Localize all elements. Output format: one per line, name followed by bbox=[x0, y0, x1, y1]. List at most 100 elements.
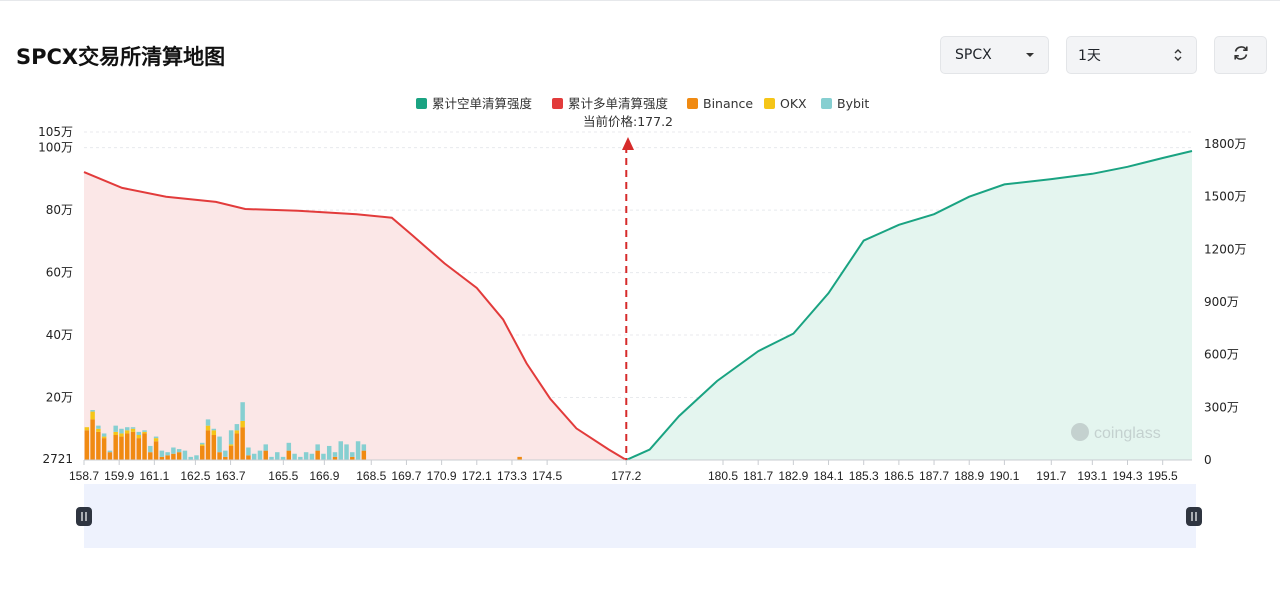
x-tick-label: 159.9 bbox=[104, 469, 134, 483]
bar-bybit bbox=[165, 452, 170, 456]
bar-bybit bbox=[194, 455, 199, 460]
legend-swatch-okx bbox=[764, 98, 775, 109]
x-tick-label: 166.9 bbox=[309, 469, 339, 483]
legend-label-long-cum: 累计多单清算强度 bbox=[568, 96, 669, 111]
bar-binance bbox=[205, 430, 211, 460]
bar-binance bbox=[136, 438, 142, 460]
bar-bybit bbox=[355, 441, 361, 460]
legend-item-long-cum[interactable]: 累计多单清算强度 bbox=[552, 96, 669, 111]
short-cum-area bbox=[626, 151, 1192, 460]
legend-item-binance[interactable]: Binance bbox=[687, 96, 753, 111]
bar-okx bbox=[234, 430, 240, 434]
x-tick-label: 172.1 bbox=[462, 469, 492, 483]
x-tick-label: 180.5 bbox=[708, 469, 738, 483]
bar-binance bbox=[113, 435, 118, 460]
bar-binance bbox=[119, 436, 124, 460]
legend-item-bybit[interactable]: Bybit bbox=[821, 96, 869, 111]
legend-label-binance: Binance bbox=[703, 96, 753, 111]
bar-binance bbox=[315, 450, 320, 460]
bar-okx bbox=[200, 444, 205, 446]
x-tick-label: 162.5 bbox=[180, 469, 210, 483]
y-right-tick-label: 0 bbox=[1204, 453, 1212, 467]
x-tick-label: 161.1 bbox=[139, 469, 169, 483]
bar-bybit bbox=[171, 447, 176, 454]
bar-bybit bbox=[142, 430, 147, 432]
bar-bybit bbox=[107, 450, 113, 453]
x-tick-label: 187.7 bbox=[919, 469, 949, 483]
range-slider[interactable] bbox=[76, 484, 1202, 548]
x-tick-label: 185.3 bbox=[849, 469, 879, 483]
x-tick-label: 170.9 bbox=[427, 469, 457, 483]
legend-swatch-short-cum bbox=[416, 98, 427, 109]
bar-okx bbox=[90, 411, 95, 420]
bar-bybit bbox=[153, 436, 159, 439]
bar-binance bbox=[165, 455, 170, 460]
legend-swatch-bybit bbox=[821, 98, 832, 109]
y-right-tick-label: 600万 bbox=[1204, 348, 1239, 362]
current-price-marker: 当前价格:177.2 bbox=[583, 114, 673, 460]
legend-label-short-cum: 累计空单清算强度 bbox=[432, 96, 533, 111]
bar-okx bbox=[113, 431, 118, 436]
bar-bybit bbox=[338, 441, 343, 460]
y-left-tick-label: 2721 bbox=[42, 452, 73, 466]
bar-bybit bbox=[217, 436, 222, 453]
liquidation-map-chart: 2721 20万 40万 60万 80万 100万 105万 0 300万 600万 900万 120… bbox=[38, 96, 1247, 548]
bar-binance bbox=[96, 431, 101, 460]
bar-bybit bbox=[119, 428, 124, 434]
legend-item-short-cum[interactable]: 累计空单清算强度 bbox=[416, 96, 533, 111]
bar-okx bbox=[119, 433, 124, 437]
watermark: coinglass bbox=[1071, 423, 1161, 442]
x-tick-label: 174.5 bbox=[532, 469, 562, 483]
y-right-tick-label: 1200万 bbox=[1204, 242, 1247, 256]
bar-binance bbox=[148, 452, 153, 460]
x-tick-label: 158.7 bbox=[69, 469, 99, 483]
bar-bybit bbox=[263, 444, 268, 451]
bar-bybit bbox=[240, 402, 245, 421]
legend-swatch-long-cum bbox=[552, 98, 563, 109]
legend-item-okx[interactable]: OKX bbox=[764, 96, 807, 111]
bar-bybit bbox=[234, 424, 240, 431]
bar-okx bbox=[205, 425, 211, 431]
y-left-tick-label: 80万 bbox=[46, 203, 73, 217]
legend-swatch-binance bbox=[687, 98, 698, 109]
bar-okx bbox=[153, 438, 159, 442]
x-tick-label: 168.5 bbox=[356, 469, 386, 483]
bar-bybit bbox=[321, 453, 326, 460]
bar-bybit bbox=[292, 453, 297, 460]
bar-bybit bbox=[223, 450, 228, 457]
bar-bybit bbox=[113, 425, 118, 432]
bar-binance bbox=[234, 433, 240, 460]
range-handle-left[interactable] bbox=[76, 507, 92, 526]
bar-okx bbox=[240, 420, 245, 428]
bar-bybit bbox=[286, 442, 292, 451]
bar-binance bbox=[211, 435, 217, 460]
pause-grip-icon bbox=[1186, 507, 1202, 526]
bar-bybit bbox=[326, 445, 332, 460]
bar-bybit bbox=[251, 453, 257, 460]
bar-binance bbox=[125, 433, 130, 460]
bar-bybit bbox=[332, 452, 338, 457]
bar-bybit bbox=[130, 427, 136, 429]
range-handle-right[interactable] bbox=[1186, 507, 1202, 526]
bar-okx bbox=[228, 444, 234, 446]
bar-binance bbox=[286, 450, 292, 460]
bar-bybit bbox=[182, 450, 188, 460]
x-tick-label: 191.7 bbox=[1036, 469, 1066, 483]
legend-label-bybit: Bybit bbox=[837, 96, 869, 111]
watermark-text: coinglass bbox=[1094, 425, 1161, 442]
y-right-tick-label: 1500万 bbox=[1204, 190, 1247, 204]
x-tick-label: 184.1 bbox=[814, 469, 844, 483]
area-layer bbox=[84, 151, 1192, 460]
y-right-tick-label: 1800万 bbox=[1204, 137, 1247, 151]
bar-bybit bbox=[275, 452, 280, 460]
x-tick-label: 165.5 bbox=[268, 469, 298, 483]
y-left-tick-label: 20万 bbox=[46, 391, 73, 405]
x-tick-label: 177.2 bbox=[611, 469, 641, 483]
bar-okx bbox=[142, 431, 147, 434]
bar-binance bbox=[361, 450, 367, 460]
x-tick-label: 190.1 bbox=[989, 469, 1019, 483]
bar-bybit bbox=[148, 445, 153, 453]
current-price-arrow bbox=[622, 137, 634, 150]
long-cum-area bbox=[84, 172, 627, 460]
pause-grip-icon bbox=[76, 507, 92, 526]
